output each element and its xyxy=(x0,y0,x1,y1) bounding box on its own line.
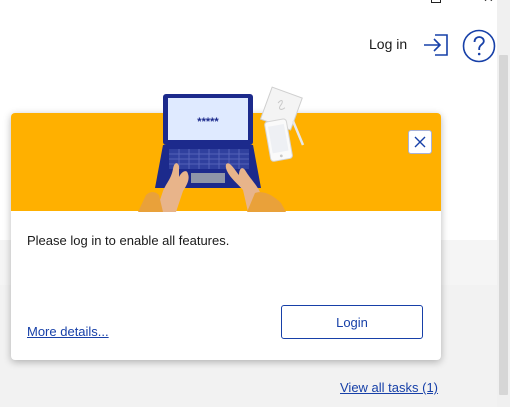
laptop-login-illustration: ***** xyxy=(138,86,305,212)
login-prompt-dialog: ***** Please log in to enable all featur… xyxy=(11,86,441,360)
more-details-link[interactable]: More details... xyxy=(27,324,109,339)
close-dialog-button[interactable] xyxy=(408,130,432,154)
sign-in-icon[interactable] xyxy=(422,31,450,59)
view-all-tasks-link[interactable]: View all tasks (1) xyxy=(340,380,438,395)
laptop-screen-password-text: ***** xyxy=(197,116,219,128)
help-icon[interactable] xyxy=(462,29,496,63)
dialog-message: Please log in to enable all features. xyxy=(27,233,230,248)
window-controls: ✕ xyxy=(420,0,510,8)
login-button[interactable]: Login xyxy=(281,305,423,339)
scrollbar-thumb[interactable] xyxy=(499,55,508,395)
header-login-link[interactable]: Log in xyxy=(369,36,407,52)
close-icon xyxy=(414,136,426,148)
close-window-icon[interactable]: ✕ xyxy=(483,0,494,4)
restore-window-icon[interactable] xyxy=(431,0,441,3)
